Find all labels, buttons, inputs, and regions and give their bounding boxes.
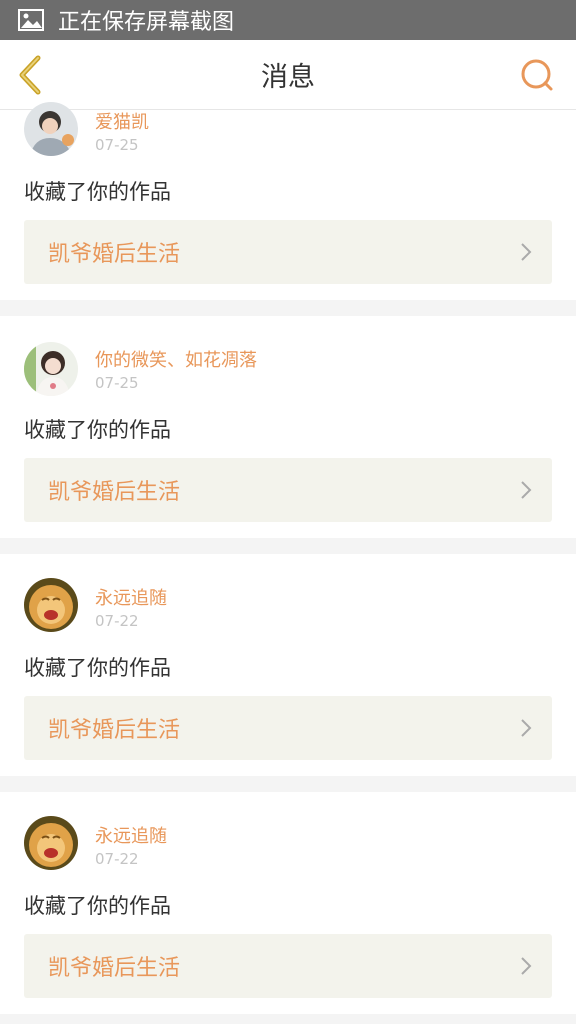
avatar-cat-photo <box>24 578 78 632</box>
image-icon <box>18 9 44 31</box>
page-title: 消息 <box>261 62 315 93</box>
user-name[interactable]: 永远追随 <box>95 584 167 610</box>
work-title: 凯爷婚后生活 <box>48 242 181 267</box>
message-action: 收藏了你的作品 <box>24 656 171 680</box>
work-link[interactable]: 凯爷婚后生活 <box>24 220 552 284</box>
avatar[interactable] <box>24 816 78 870</box>
work-link[interactable]: 凯爷婚后生活 <box>24 458 552 522</box>
work-title: 凯爷婚后生活 <box>48 956 181 981</box>
message-date: 07-25 <box>95 374 139 392</box>
status-bar: 正在保存屏幕截图 <box>0 0 576 40</box>
message-action: 收藏了你的作品 <box>24 180 171 204</box>
work-title: 凯爷婚后生活 <box>48 480 181 505</box>
message-card: 爱猫凯 07-25 收藏了你的作品 凯爷婚后生活 <box>0 102 576 300</box>
message-card: 永远追随 07-22 收藏了你的作品 凯爷婚后生活 <box>0 792 576 1014</box>
work-title: 凯爷婚后生活 <box>48 718 181 743</box>
chevron-right-icon <box>521 957 532 975</box>
work-link[interactable]: 凯爷婚后生活 <box>24 696 552 760</box>
chevron-right-icon <box>521 481 532 499</box>
avatar[interactable] <box>24 342 78 396</box>
avatar[interactable] <box>24 578 78 632</box>
back-chevron-icon[interactable] <box>14 54 48 96</box>
avatar-boy-photo <box>24 102 78 156</box>
message-card: 永远追随 07-22 收藏了你的作品 凯爷婚后生活 <box>0 554 576 776</box>
message-card: 你的微笑、如花凋落 07-25 收藏了你的作品 凯爷婚后生活 <box>0 316 576 538</box>
chevron-right-icon <box>521 243 532 261</box>
message-date: 07-22 <box>95 612 139 630</box>
message-date: 07-22 <box>95 850 139 868</box>
avatar-cat-photo <box>24 816 78 870</box>
work-link[interactable]: 凯爷婚后生活 <box>24 934 552 998</box>
message-action: 收藏了你的作品 <box>24 894 171 918</box>
message-action: 收藏了你的作品 <box>24 418 171 442</box>
user-name[interactable]: 永远追随 <box>95 822 167 848</box>
search-icon[interactable] <box>520 58 554 92</box>
user-name[interactable]: 爱猫凯 <box>95 108 149 134</box>
avatar[interactable] <box>24 102 78 156</box>
chevron-right-icon <box>521 719 532 737</box>
status-text: 正在保存屏幕截图 <box>58 10 235 35</box>
header: 消息 <box>0 40 576 110</box>
avatar-girl-photo <box>24 342 78 396</box>
user-name[interactable]: 你的微笑、如花凋落 <box>95 346 257 372</box>
message-date: 07-25 <box>95 136 139 154</box>
